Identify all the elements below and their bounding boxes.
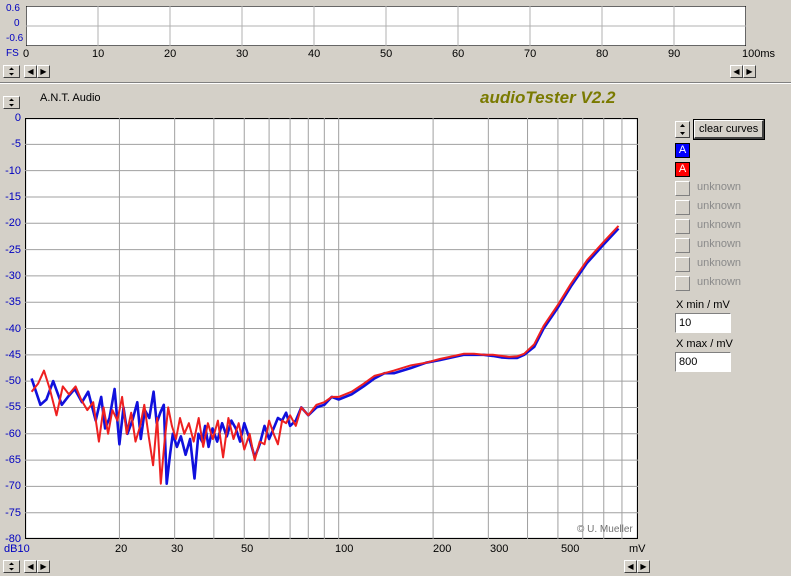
top-x-tick-label: 80 xyxy=(596,48,609,60)
top-x-tick-label: 100ms xyxy=(742,48,776,60)
channel-5-checkbox[interactable] xyxy=(675,219,690,234)
clear-curves-button[interactable]: clear curves xyxy=(692,119,766,140)
channel-3-checkbox[interactable] xyxy=(675,181,690,196)
main-scroll-left-button-right[interactable]: ◀ xyxy=(624,560,637,573)
channel-6-checkbox[interactable] xyxy=(675,238,690,253)
y-tick-label: -40 xyxy=(5,322,21,335)
x-tick-label: 100 xyxy=(335,543,354,555)
top-x-tick-label: 10 xyxy=(92,48,105,60)
x-tick-label: 500 xyxy=(561,543,580,555)
channel-1-checkbox[interactable]: A xyxy=(675,143,690,158)
top-x-tick-label: 60 xyxy=(452,48,465,60)
main-plot xyxy=(25,118,638,539)
separator xyxy=(0,82,791,84)
channel-4-checkbox[interactable] xyxy=(675,200,690,215)
y-tick-label: -55 xyxy=(5,401,21,414)
top-scroll-left-button-right[interactable]: ◀ xyxy=(730,65,743,78)
y-tick-label: -10 xyxy=(5,164,21,177)
x-tick-label: 300 xyxy=(490,543,509,555)
channel-8-label: unknown xyxy=(697,276,742,288)
x-tick-label: 30 xyxy=(171,543,184,555)
top-plot-spin-button[interactable] xyxy=(3,65,20,78)
top-x-tick-label: 50 xyxy=(380,48,393,60)
y-tick-label: -45 xyxy=(5,348,21,361)
y-tick-label: -65 xyxy=(5,454,21,467)
x-tick-label: 50 xyxy=(241,543,254,555)
y-tick-label: -70 xyxy=(5,480,21,493)
main-scroll-right-button-right[interactable]: ▶ xyxy=(637,560,650,573)
y-tick-label: -75 xyxy=(5,506,21,519)
xmin-field[interactable]: 10 xyxy=(675,313,731,333)
x-tick-label: dB10 xyxy=(4,543,30,555)
channel-7-label: unknown xyxy=(697,257,742,269)
x-unit-label: mV xyxy=(629,543,646,555)
top-plot-y-tick: 0 xyxy=(14,18,20,29)
top-scroll-right-button[interactable]: ▶ xyxy=(37,65,50,78)
curves-spin-button[interactable] xyxy=(675,121,690,138)
x-tick-label: 200 xyxy=(433,543,452,555)
main-scroll-left-button[interactable]: ◀ xyxy=(24,560,37,573)
channel-6-label: unknown xyxy=(697,238,742,250)
channel-2-checkbox[interactable]: A xyxy=(675,162,690,177)
y-tick-label: -5 xyxy=(11,138,21,151)
xmin-label: X min / mV xyxy=(676,299,730,311)
xmax-label: X max / mV xyxy=(676,338,733,350)
x-tick-label: 20 xyxy=(115,543,128,555)
channel-8-checkbox[interactable] xyxy=(675,276,690,291)
top-scroll-left-button[interactable]: ◀ xyxy=(24,65,37,78)
y-tick-label: -35 xyxy=(5,296,21,309)
top-x-tick-label: 0 xyxy=(23,48,30,60)
top-x-tick-label: 40 xyxy=(308,48,321,60)
y-tick-label: -25 xyxy=(5,243,21,256)
y-tick-label: -50 xyxy=(5,375,21,388)
channel-4-label: unknown xyxy=(697,200,742,212)
top-x-tick-label: 30 xyxy=(236,48,249,60)
channel-7-checkbox[interactable] xyxy=(675,257,690,272)
y-tick-label: -60 xyxy=(5,427,21,440)
top-x-tick-label: 90 xyxy=(668,48,681,60)
app-title: audioTester V2.2 xyxy=(480,88,616,107)
top-x-tick-label: 70 xyxy=(524,48,537,60)
y-tick-label: 0 xyxy=(14,112,21,124)
channel-5-label: unknown xyxy=(697,219,742,231)
main-scroll-right-button[interactable]: ▶ xyxy=(37,560,50,573)
xmax-field[interactable]: 800 xyxy=(675,352,731,372)
main-plot-spin-button[interactable] xyxy=(3,96,20,109)
channel-3-label: unknown xyxy=(697,181,742,193)
bottom-spin-button[interactable] xyxy=(3,560,20,573)
top-plot-y-tick: 0.6 xyxy=(6,3,20,14)
top-scroll-right-button-right[interactable]: ▶ xyxy=(743,65,756,78)
y-tick-label: -15 xyxy=(5,190,21,203)
company-label: A.N.T. Audio xyxy=(40,92,101,104)
copyright-label: © U. Mueller xyxy=(577,524,633,535)
fs-label: FS xyxy=(6,48,19,59)
y-tick-label: -20 xyxy=(5,217,21,230)
top-x-tick-label: 20 xyxy=(164,48,177,60)
y-tick-label: -30 xyxy=(5,269,21,282)
top-plot xyxy=(26,6,746,46)
top-plot-y-tick: -0.6 xyxy=(6,33,24,44)
